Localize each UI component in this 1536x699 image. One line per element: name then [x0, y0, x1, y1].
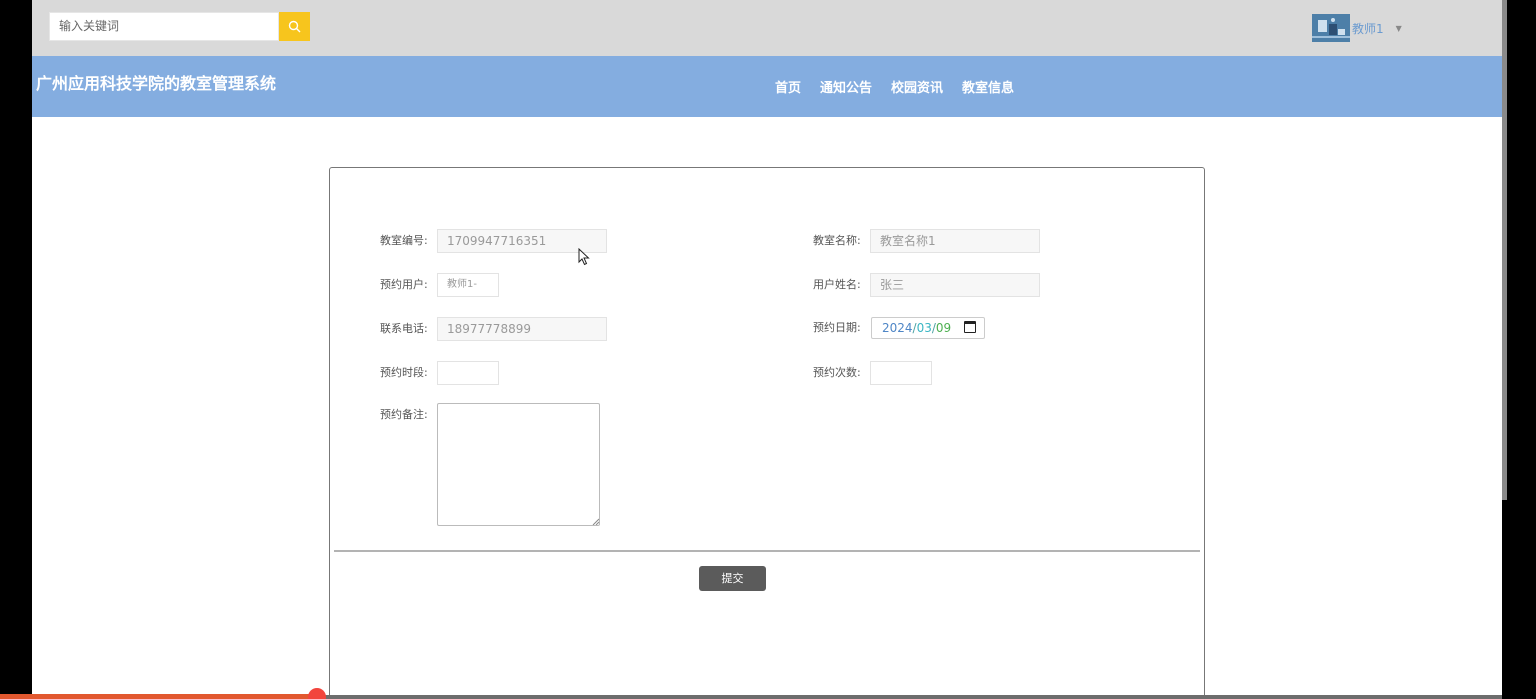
top-bar: 输入关键词 教师1 ▼	[32, 0, 1502, 56]
booking-date-label: 预约日期:	[813, 321, 861, 334]
booking-form: 教室编号: 1709947716351 教室名称: 教室名称1 预约用户: 教师…	[329, 167, 1205, 699]
user-menu[interactable]: 教师1 ▼	[1312, 14, 1402, 42]
date-month: 03	[916, 321, 932, 335]
time-slot-field[interactable]	[437, 361, 499, 385]
nav-item-classrooms[interactable]: 教室信息	[962, 77, 1014, 96]
nav-item-news[interactable]: 校园资讯	[891, 77, 943, 96]
booking-count-label: 预约次数:	[813, 366, 861, 379]
nav-item-home[interactable]: 首页	[775, 77, 801, 96]
user-name[interactable]: 教师1	[1352, 20, 1384, 37]
remark-textarea[interactable]	[437, 403, 600, 526]
page-frame: 输入关键词 教师1 ▼ 广州应用科技学院的教室管理系统 首页 通知公告 校园资讯	[32, 0, 1502, 699]
nav-bar: 广州应用科技学院的教室管理系统 首页 通知公告 校园资讯 教室信息	[32, 56, 1502, 117]
chevron-down-icon[interactable]: ▼	[1396, 24, 1402, 33]
time-slot-label: 预约时段:	[380, 366, 428, 379]
submit-button[interactable]: 提交	[699, 566, 766, 591]
resize-grip-icon[interactable]	[592, 518, 599, 525]
classroom-name-field[interactable]: 教室名称1	[870, 229, 1040, 253]
avatar	[1312, 14, 1350, 42]
video-progress-handle[interactable]	[308, 688, 326, 699]
mouse-cursor-icon	[578, 248, 590, 266]
date-year: 2024	[882, 321, 913, 335]
phone-label: 联系电话:	[380, 322, 428, 335]
search-button[interactable]	[279, 12, 310, 41]
calendar-icon[interactable]	[964, 321, 976, 333]
booking-count-field[interactable]	[870, 361, 932, 385]
main-nav: 首页 通知公告 校园资讯 教室信息	[775, 77, 1033, 96]
page-scrollbar[interactable]	[1502, 0, 1507, 500]
classroom-no-label: 教室编号:	[380, 234, 428, 247]
booking-date-input[interactable]: 2024/03/09	[871, 317, 985, 339]
video-progress-bar[interactable]	[0, 694, 318, 699]
nav-item-notices[interactable]: 通知公告	[820, 77, 872, 96]
classroom-name-label: 教室名称:	[813, 234, 861, 247]
booking-user-field[interactable]: 教师1-	[437, 273, 499, 297]
phone-field[interactable]: 18977778899	[437, 317, 607, 341]
video-timeline-track	[318, 695, 1502, 699]
search-icon	[288, 20, 301, 33]
site-title: 广州应用科技学院的教室管理系统	[36, 74, 277, 93]
date-day: 09	[935, 321, 952, 335]
user-realname-label: 用户姓名:	[813, 278, 861, 291]
search-input[interactable]: 输入关键词	[49, 12, 279, 41]
remark-label: 预约备注:	[380, 408, 428, 421]
user-realname-field[interactable]: 张三	[870, 273, 1040, 297]
booking-user-label: 预约用户:	[380, 278, 428, 291]
form-divider	[334, 550, 1200, 552]
